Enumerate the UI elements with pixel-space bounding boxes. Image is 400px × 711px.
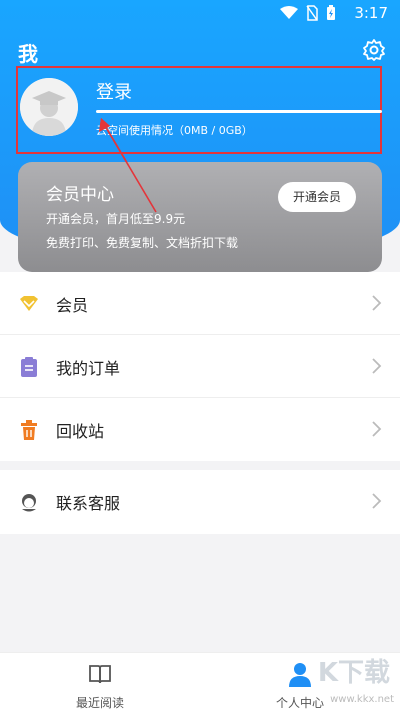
open-vip-button[interactable]: 开通会员 — [278, 182, 356, 212]
tab-label: 最近阅读 — [75, 696, 124, 710]
graduate-avatar-icon — [20, 78, 78, 136]
page-title: 我 — [18, 42, 38, 66]
menu-item-label: 我的订单 — [56, 359, 121, 378]
gear-icon[interactable] — [362, 38, 386, 62]
login-card[interactable]: 登录 云空间使用情况（0MB / 0GB） — [16, 66, 382, 154]
headset-icon — [22, 494, 36, 512]
wifi-icon — [280, 6, 298, 19]
menu-list: 会员 我的订单 回收站 — [0, 272, 400, 461]
chevron-right-icon — [372, 358, 382, 374]
storage-progress-bar — [96, 110, 382, 113]
watermark-logo: K下载 — [317, 658, 390, 688]
menu-item-label: 会员 — [56, 296, 89, 315]
menu-item-vip[interactable]: 会员 — [0, 272, 400, 335]
trash-icon — [21, 420, 37, 440]
diamond-icon — [20, 296, 38, 311]
battery-icon — [327, 5, 335, 20]
menu-item-support[interactable]: 联系客服 — [0, 470, 400, 534]
menu-item-label: 联系客服 — [56, 494, 121, 513]
person-icon — [289, 663, 311, 687]
menu-item-orders[interactable]: 我的订单 — [0, 335, 400, 398]
status-icons — [280, 5, 336, 21]
no-sim-icon — [306, 5, 318, 21]
menu-item-recycle-bin[interactable]: 回收站 — [0, 398, 400, 461]
clipboard-icon — [21, 357, 37, 377]
vip-center-card[interactable]: 会员中心 开通会员，首月低至9.9元 免费打印、免费复制、文档折扣下载 开通会员 — [18, 162, 382, 272]
login-label[interactable]: 登录 — [96, 78, 132, 104]
status-time: 3:17 — [354, 4, 388, 22]
status-bar: 3:17 — [0, 0, 400, 28]
chevron-right-icon — [372, 421, 382, 437]
storage-usage-text: 云空间使用情况（0MB / 0GB） — [96, 124, 253, 137]
avatar[interactable] — [20, 78, 78, 136]
menu-item-label: 回收站 — [56, 422, 105, 441]
chevron-right-icon — [372, 493, 382, 509]
chevron-right-icon — [372, 295, 382, 311]
vip-promo-text: 开通会员，首月低至9.9元 — [46, 212, 186, 226]
book-icon — [89, 665, 111, 684]
watermark-url: www.kkx.net — [330, 694, 394, 705]
vip-benefits-text: 免费打印、免费复制、文档折扣下载 — [46, 236, 239, 250]
vip-center-title: 会员中心 — [46, 185, 114, 205]
tab-recent-reading[interactable]: 最近阅读 — [40, 661, 160, 711]
